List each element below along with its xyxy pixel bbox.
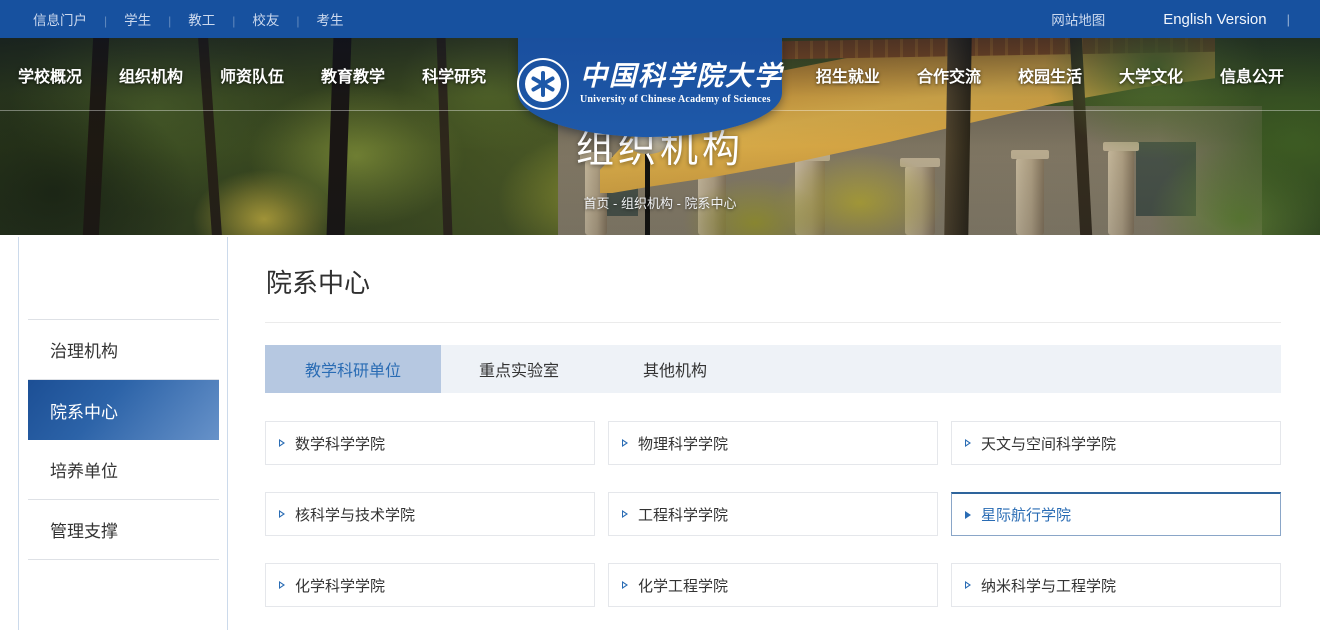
emblem-flower-icon	[525, 66, 561, 102]
sidebar-item[interactable]: 培养单位	[28, 440, 219, 500]
topbar-link[interactable]: English Version	[1163, 11, 1266, 28]
triangle-bullet-icon	[622, 510, 628, 518]
department-link[interactable]: 纳米科学与工程学院	[951, 563, 1281, 607]
topbar-link[interactable]: 考生	[317, 9, 344, 29]
nav-link[interactable]: 教育教学	[321, 63, 385, 87]
triangle-bullet-icon	[279, 581, 285, 589]
logo-chinese-name: 中国科学院大学	[580, 62, 783, 90]
tab[interactable]: 重点实验室	[441, 345, 597, 393]
department-link[interactable]: 数学科学学院	[265, 421, 595, 465]
triangle-bullet-icon	[965, 511, 971, 519]
tab[interactable]: 教学科研单位	[265, 345, 441, 393]
nav-link[interactable]: 师资队伍	[220, 63, 284, 87]
hero-banner: 学校概况 组织机构 师资队伍 教育教学 科学研究 招生就业 合作交流 校园生活 大学文化 信息公…	[0, 38, 1320, 235]
nav-link[interactable]: 信息公开	[1220, 63, 1284, 87]
topbar-link[interactable]: 校友	[252, 9, 316, 29]
topbar-link[interactable]: 网站地图	[1051, 9, 1105, 29]
department-label: 核科学与技术学院	[295, 504, 415, 525]
page-title: 院系中心	[266, 263, 370, 300]
department-label: 化学科学学院	[295, 575, 385, 596]
topbar-right-links: 网站地图 English Version	[993, 9, 1290, 29]
department-link[interactable]: 工程科学学院	[608, 492, 938, 536]
department-link[interactable]: 天文与空间科学学院	[951, 421, 1281, 465]
topbar-link[interactable]: 教工	[188, 9, 252, 29]
main-panel: 院系中心 教学科研单位重点实验室其他机构 数学科学学院 物理科学学院 天文与空间…	[265, 235, 1281, 630]
tab-bar: 教学科研单位重点实验室其他机构	[265, 345, 1281, 393]
department-label: 物理科学学院	[638, 433, 728, 454]
triangle-bullet-icon	[622, 581, 628, 589]
nav-right-group: 招生就业 合作交流 校园生活 大学文化 信息公开	[816, 63, 1284, 87]
university-logo[interactable]: 中国科学院大学 University of Chinese Academy of…	[518, 38, 782, 137]
sidebar-item[interactable]: 管理支撑	[28, 500, 219, 560]
content-area: 治理机构院系中心培养单位管理支撑 院系中心 教学科研单位重点实验室其他机构 数学…	[0, 235, 1320, 630]
department-label: 化学工程学院	[638, 575, 728, 596]
department-link[interactable]: 核科学与技术学院	[265, 492, 595, 536]
nav-link[interactable]: 合作交流	[917, 63, 981, 87]
topbar-link[interactable]: 学生	[124, 9, 188, 29]
logo-english-name: University of Chinese Academy of Science…	[580, 94, 783, 105]
top-utility-bar: 信息门户学生教工校友考生 网站地图 English Version	[0, 0, 1320, 38]
sidebar-menu: 治理机构院系中心培养单位管理支撑	[28, 319, 219, 560]
university-emblem-icon	[517, 58, 569, 110]
left-border-line	[18, 237, 19, 630]
department-label: 纳米科学与工程学院	[981, 575, 1116, 596]
nav-link[interactable]: 大学文化	[1119, 63, 1183, 87]
department-grid: 数学科学学院 物理科学学院 天文与空间科学学院 核科学与技术学院 工程科学学院 …	[265, 421, 1281, 607]
department-label: 数学科学学院	[295, 433, 385, 454]
department-label: 星际航行学院	[981, 504, 1071, 525]
nav-link[interactable]: 组织机构	[119, 63, 183, 87]
triangle-bullet-icon	[279, 510, 285, 518]
triangle-bullet-icon	[965, 439, 971, 447]
topbar-link[interactable]: 信息门户	[33, 9, 124, 29]
sidebar-item[interactable]: 治理机构	[28, 320, 219, 380]
nav-link[interactable]: 科学研究	[422, 63, 486, 87]
triangle-bullet-icon	[279, 439, 285, 447]
triangle-bullet-icon	[622, 439, 628, 447]
department-link[interactable]: 化学工程学院	[608, 563, 938, 607]
department-link[interactable]: 星际航行学院	[951, 492, 1281, 536]
department-link[interactable]: 化学科学学院	[265, 563, 595, 607]
department-label: 工程科学学院	[638, 504, 728, 525]
department-link[interactable]: 物理科学学院	[608, 421, 938, 465]
sidebar-item[interactable]: 院系中心	[28, 380, 219, 440]
logo-text: 中国科学院大学 University of Chinese Academy of…	[580, 62, 783, 105]
sidebar-divider-line	[227, 237, 228, 630]
nav-link[interactable]: 招生就业	[816, 63, 880, 87]
nav-left-group: 学校概况 组织机构 师资队伍 教育教学 科学研究	[18, 63, 486, 87]
tab[interactable]: 其他机构	[597, 345, 753, 393]
nav-link[interactable]: 校园生活	[1018, 63, 1082, 87]
title-divider	[265, 322, 1281, 323]
triangle-bullet-icon	[965, 581, 971, 589]
topbar-links: 信息门户学生教工校友考生	[33, 9, 344, 29]
breadcrumb[interactable]: 首页 - 组织机构 - 院系中心	[0, 193, 1320, 212]
nav-link[interactable]: 学校概况	[18, 63, 82, 87]
department-label: 天文与空间科学学院	[981, 433, 1116, 454]
